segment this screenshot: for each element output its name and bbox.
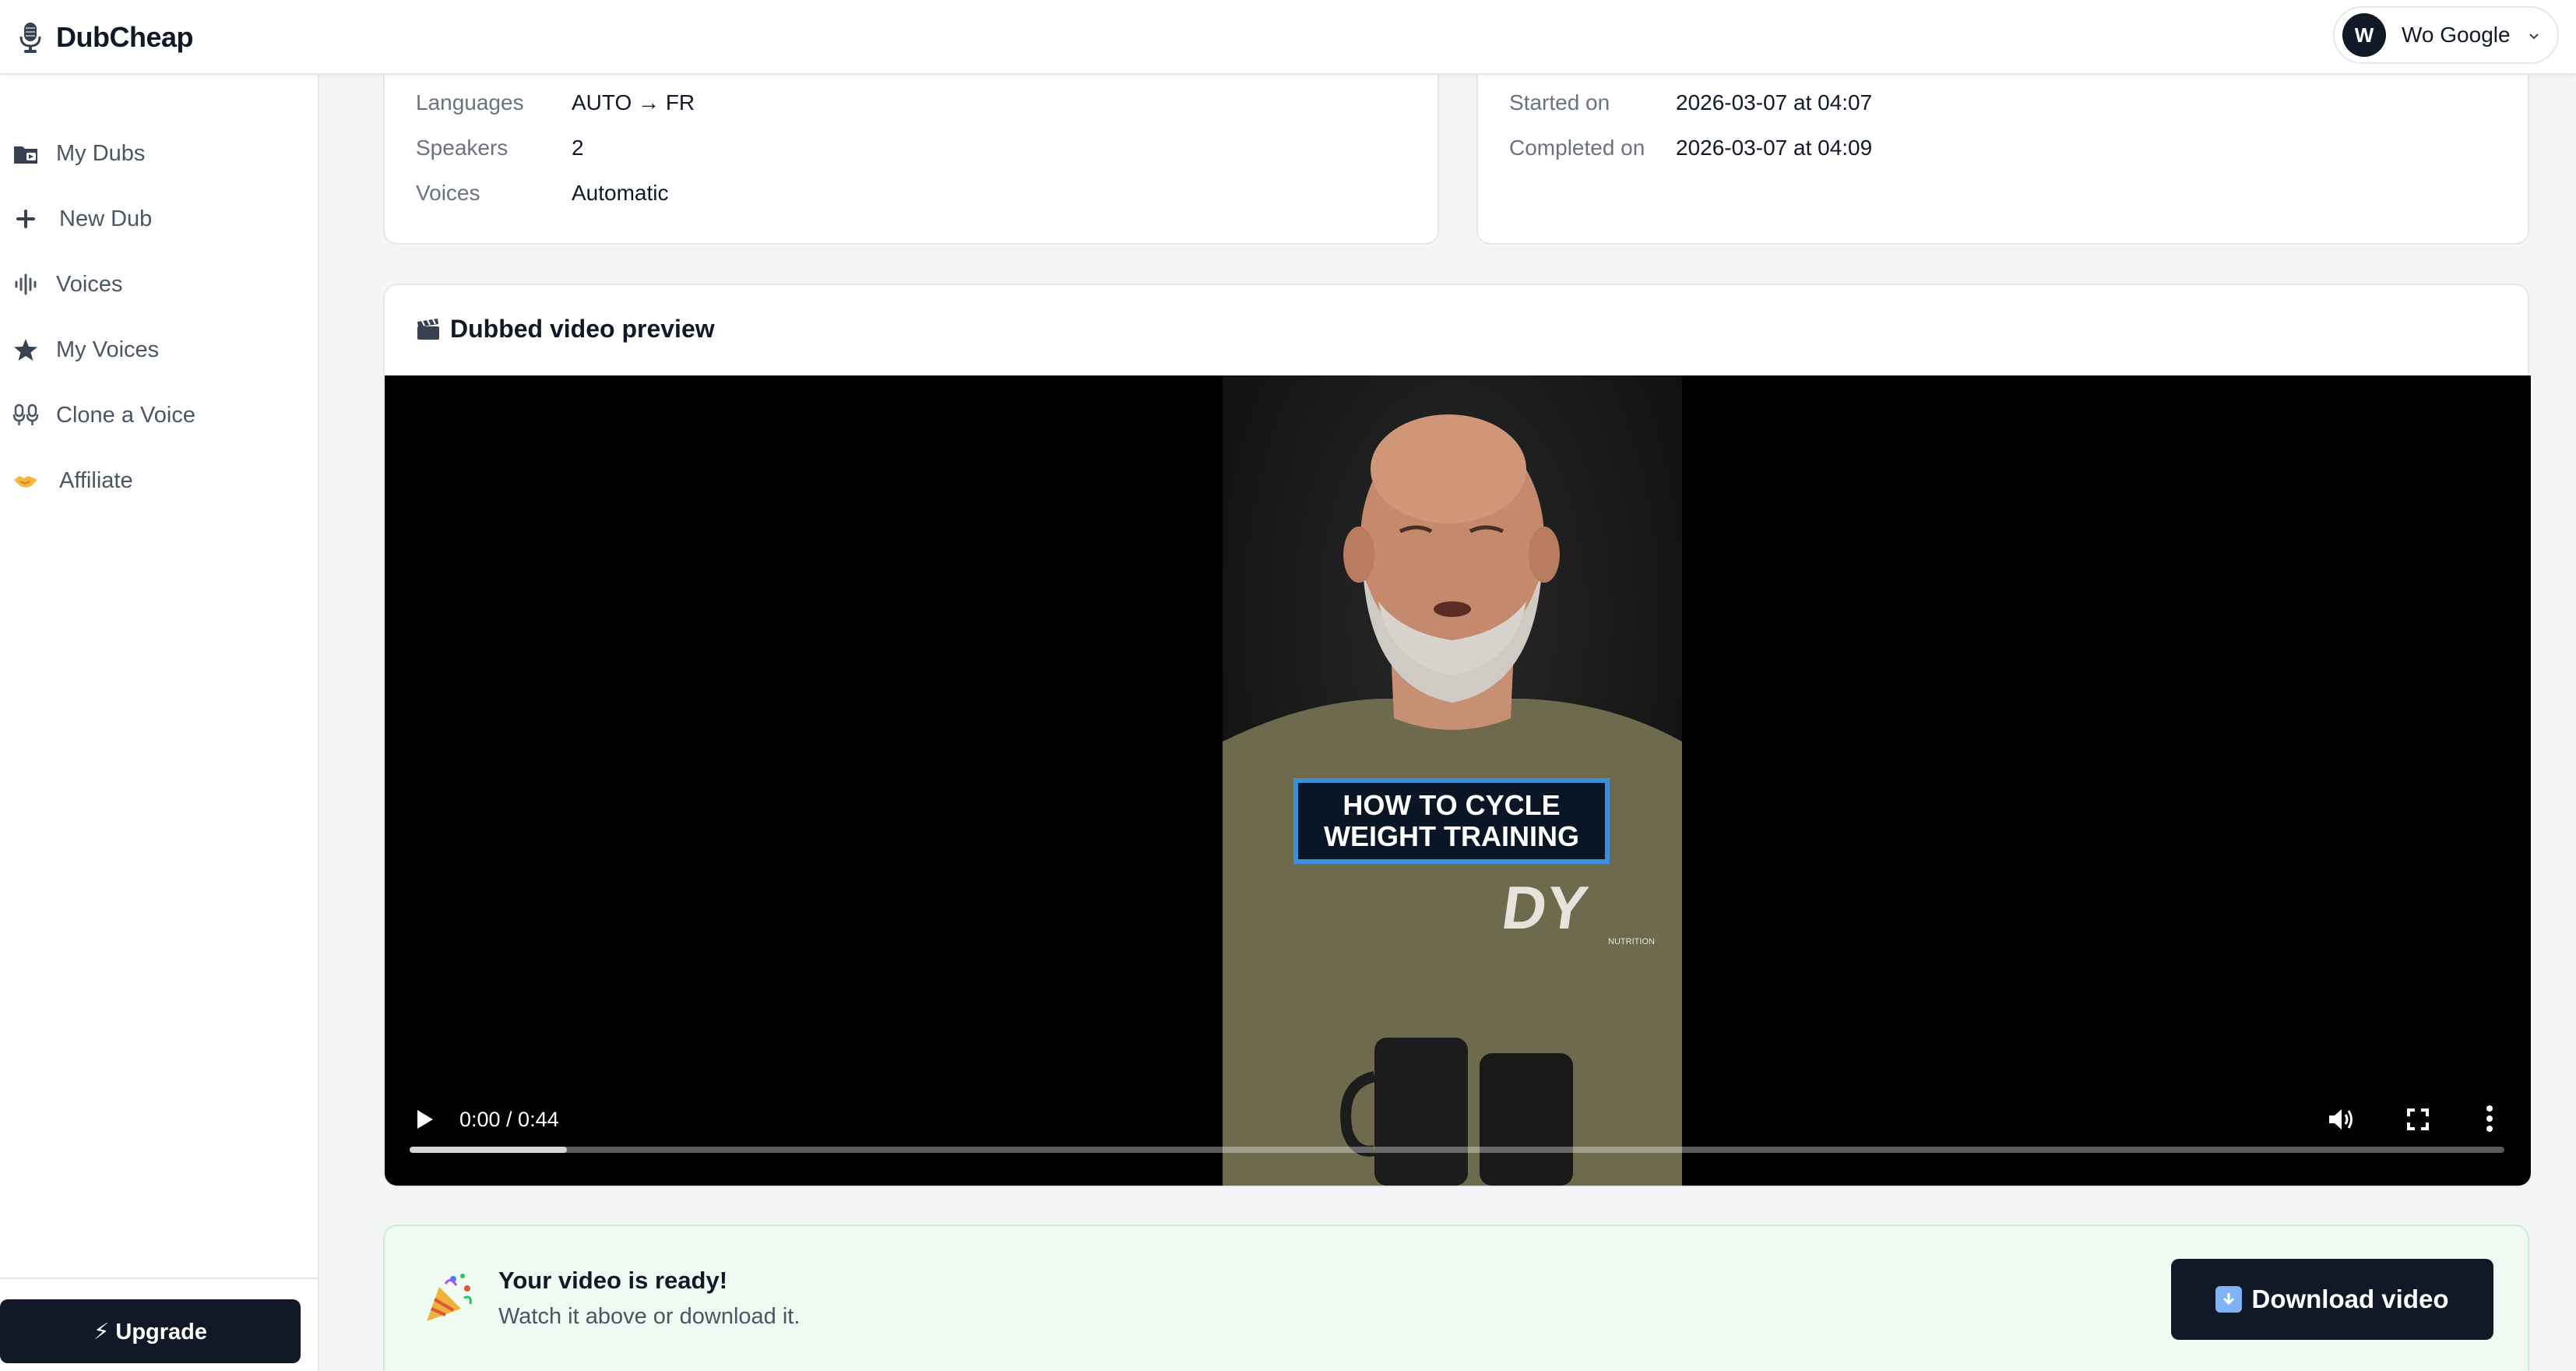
avatar: W bbox=[2342, 13, 2386, 57]
upgrade-button[interactable]: ⚡ Upgrade bbox=[0, 1299, 301, 1363]
waveform-icon bbox=[12, 271, 39, 298]
folder-icon bbox=[12, 140, 39, 167]
microphone-logo-icon bbox=[19, 23, 41, 53]
download-label: Download video bbox=[2251, 1285, 2449, 1313]
clapperboard-icon bbox=[417, 318, 439, 340]
sidebar-item-new-dub[interactable]: New Dub bbox=[0, 192, 319, 246]
sidebar-item-label: Clone a Voice bbox=[56, 402, 195, 428]
sidebar-item-label: My Voices bbox=[56, 337, 160, 362]
sidebar-item-clone-voice[interactable]: Clone a Voice bbox=[0, 388, 319, 442]
sidebar-footer: ⚡ Upgrade bbox=[0, 1278, 319, 1371]
plus-icon bbox=[12, 206, 39, 232]
detail-key: Started on bbox=[1509, 90, 1610, 115]
shirt-logo-sub: NUTRITION bbox=[1608, 937, 1655, 946]
sidebar-item-affiliate[interactable]: Affiliate bbox=[0, 453, 319, 508]
star-icon bbox=[12, 337, 39, 363]
video-frame-image: HOW TO CYCLE WEIGHT TRAINING DY NUTRITIO… bbox=[1223, 375, 1682, 1186]
detail-value: 2026-03-07 at 04:07 bbox=[1676, 90, 1873, 115]
preview-title: Dubbed video preview bbox=[416, 315, 715, 344]
sidebar-item-voices[interactable]: Voices bbox=[0, 257, 319, 312]
video-preview-card: Dubbed video preview HOW TO CYCLE WEIGHT… bbox=[383, 284, 2531, 1187]
volume-icon[interactable] bbox=[2327, 1106, 2355, 1133]
video-ready-banner: Your video is ready! Watch it above or d… bbox=[383, 1225, 2529, 1371]
detail-key: Speakers bbox=[416, 136, 509, 160]
handshake-icon bbox=[12, 467, 39, 494]
video-time: 0:00 / 0:44 bbox=[459, 1108, 559, 1131]
video-player[interactable]: HOW TO CYCLE WEIGHT TRAINING DY NUTRITIO… bbox=[385, 375, 2531, 1186]
sidebar: My Dubs New Dub Voices My Voices Clone a… bbox=[0, 75, 319, 1371]
play-icon[interactable] bbox=[413, 1108, 436, 1131]
sidebar-item-label: Affiliate bbox=[59, 467, 133, 493]
ready-title: Your video is ready! bbox=[498, 1267, 728, 1294]
detail-key: Voices bbox=[416, 181, 480, 205]
detail-value: AUTO → FR bbox=[572, 90, 695, 115]
detail-key: Completed on bbox=[1509, 136, 1645, 160]
party-popper-icon bbox=[427, 1274, 472, 1321]
account-menu[interactable]: W Wo Google bbox=[2333, 6, 2559, 64]
caption-line-1: HOW TO CYCLE bbox=[1343, 789, 1560, 821]
video-progress-bar[interactable] bbox=[410, 1147, 2504, 1153]
sidebar-item-label: My Dubs bbox=[56, 140, 146, 166]
app-name: DubCheap bbox=[56, 21, 194, 53]
dub-timing-card: Started on 2026-03-07 at 04:07 Completed… bbox=[1476, 55, 2529, 245]
chevron-down-icon bbox=[2529, 33, 2539, 40]
top-header: DubCheap W Wo Google bbox=[0, 0, 2576, 75]
clone-icon bbox=[12, 402, 39, 428]
more-options-icon[interactable] bbox=[2486, 1105, 2493, 1133]
detail-value: 2026-03-07 at 04:09 bbox=[1676, 136, 1873, 160]
ready-subtitle: Watch it above or download it. bbox=[498, 1304, 801, 1329]
download-video-button[interactable]: Download video bbox=[2171, 1259, 2493, 1340]
sidebar-item-my-dubs[interactable]: My Dubs bbox=[0, 126, 319, 181]
sidebar-item-label: Voices bbox=[56, 271, 123, 297]
preview-title-text: Dubbed video preview bbox=[450, 315, 715, 343]
video-buffered bbox=[410, 1147, 567, 1153]
sidebar-item-label: New Dub bbox=[59, 206, 153, 231]
detail-value: 2 bbox=[572, 136, 584, 160]
detail-key: Languages bbox=[416, 90, 524, 115]
download-icon bbox=[2215, 1286, 2243, 1313]
detail-value: Automatic bbox=[572, 181, 669, 205]
caption-line-2: WEIGHT TRAINING bbox=[1324, 820, 1579, 852]
shirt-logo: DY bbox=[1498, 873, 1592, 942]
sidebar-item-my-voices[interactable]: My Voices bbox=[0, 322, 319, 377]
fullscreen-icon[interactable] bbox=[2406, 1108, 2430, 1131]
brand[interactable]: DubCheap bbox=[17, 14, 194, 61]
dub-details-card: Languages AUTO → FR Speakers 2 Voices Au… bbox=[383, 55, 1439, 245]
account-name: Wo Google bbox=[2402, 23, 2511, 47]
